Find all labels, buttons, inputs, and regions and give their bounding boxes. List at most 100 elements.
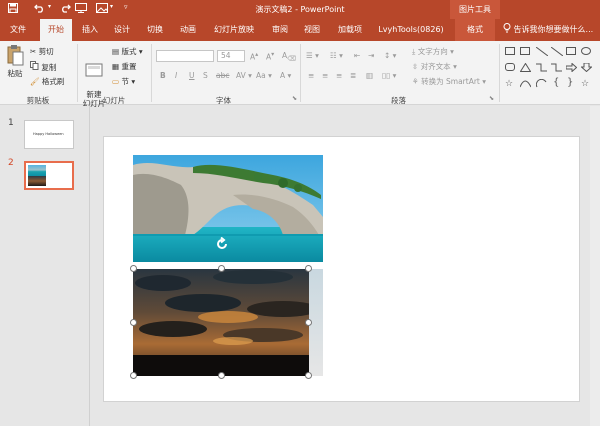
format-painter-label: 格式刷 xyxy=(41,77,65,86)
change-case-button[interactable]: Aa ▾ xyxy=(256,71,272,80)
grow-font-button[interactable]: A▴ xyxy=(250,51,258,62)
smartart-icon: ⚘ xyxy=(412,77,419,86)
oval-shape-icon[interactable] xyxy=(581,47,591,55)
layout-label: 版式 xyxy=(121,47,137,56)
bullets-button[interactable]: ☰ ▾ xyxy=(306,51,319,60)
italic-button[interactable]: I xyxy=(175,71,177,80)
paste-label: 粘贴 xyxy=(7,69,23,78)
align-right-button[interactable]: ≡ xyxy=(336,71,342,80)
rounded-rect-shape-icon[interactable] xyxy=(505,63,515,71)
section-label: 节 xyxy=(121,77,129,86)
font-size-input[interactable]: 54 xyxy=(217,50,245,62)
tab-addins[interactable]: 加载项 xyxy=(332,19,368,41)
convert-smartart-button[interactable]: ⚘ 转换为 SmartArt ▾ xyxy=(412,76,486,87)
elbow-connector-icon[interactable] xyxy=(551,63,562,74)
font-name-input[interactable] xyxy=(156,50,214,62)
underline-button[interactable]: U xyxy=(189,71,195,80)
tab-home[interactable]: 开始 xyxy=(40,19,72,42)
arrow-down-shape-icon[interactable] xyxy=(580,62,593,74)
rotate-handle-icon[interactable] xyxy=(215,236,229,253)
shrink-font-button[interactable]: A▾ xyxy=(266,51,274,62)
text-direction-button[interactable]: ⤓ 文字方向 ▾ xyxy=(412,46,454,57)
sunset-image[interactable] xyxy=(133,269,323,376)
vertical-scrollbar[interactable] xyxy=(590,106,600,426)
columns-button[interactable]: ▯▯ ▾ xyxy=(382,71,396,80)
text-direction-label: 文字方向 xyxy=(417,47,448,56)
vertical-textbox-shape-icon[interactable] xyxy=(520,47,530,55)
copy-button[interactable]: 复制 xyxy=(30,61,56,73)
tab-file[interactable]: 文件 xyxy=(4,19,32,41)
arc-shape-icon[interactable] xyxy=(535,78,547,90)
textbox-shape-icon[interactable] xyxy=(505,47,515,55)
elbow-connector-icon[interactable] xyxy=(536,63,547,74)
strikethrough-button[interactable]: abc xyxy=(216,71,229,80)
triangle-shape-icon[interactable] xyxy=(519,62,532,74)
tell-me-box[interactable]: 告诉我你想要做什么... xyxy=(503,19,593,41)
reset-button[interactable]: ▦ 重置 xyxy=(112,61,136,72)
tab-review[interactable]: 审阅 xyxy=(266,19,294,41)
copy-icon xyxy=(30,61,41,72)
increase-indent-button[interactable]: ⇥ xyxy=(368,51,374,60)
resize-handle-ne[interactable] xyxy=(305,265,312,272)
bold-button[interactable]: B xyxy=(160,71,166,80)
convert-smartart-label: 转换为 SmartArt xyxy=(421,77,480,86)
star-shape-icon[interactable]: ☆ xyxy=(581,79,589,89)
reset-icon: ▦ xyxy=(112,62,120,71)
font-dialog-launcher-icon[interactable]: ⬊ xyxy=(292,95,297,102)
group-divider xyxy=(151,44,152,102)
tab-design[interactable]: 设计 xyxy=(108,19,136,41)
numbering-button[interactable]: ☷ ▾ xyxy=(330,51,343,60)
resize-handle-sw[interactable] xyxy=(130,372,137,379)
thumbnail-number: 2 xyxy=(8,158,14,168)
rectangle-shape-icon[interactable] xyxy=(566,47,576,55)
brace-left-icon[interactable]: { xyxy=(553,77,559,88)
align-center-button[interactable]: ≡ xyxy=(322,71,328,80)
resize-handle-se[interactable] xyxy=(305,372,312,379)
tab-format[interactable]: 格式 xyxy=(455,19,495,41)
slide-canvas[interactable] xyxy=(103,136,580,402)
section-button[interactable]: ▭ 节 ▾ xyxy=(112,76,135,87)
format-painter-button[interactable]: 🖌 格式刷 xyxy=(30,76,64,87)
clear-format-button[interactable]: A⌫ xyxy=(282,51,296,63)
paste-button[interactable]: 粘贴 xyxy=(4,44,26,79)
align-text-icon: ⇳ xyxy=(412,62,419,71)
brace-right-icon[interactable]: } xyxy=(567,77,573,88)
group-divider xyxy=(499,44,500,102)
distributed-button[interactable]: ▥ xyxy=(366,71,373,80)
resize-handle-nw[interactable] xyxy=(130,265,137,272)
decrease-indent-button[interactable]: ⇤ xyxy=(354,51,360,60)
brush-icon: 🖌 xyxy=(30,77,40,86)
thumbnail-sunset-image xyxy=(28,176,46,186)
justify-button[interactable]: ≣ xyxy=(350,71,356,80)
thumbnail-sea-image xyxy=(28,165,46,176)
resize-handle-n[interactable] xyxy=(218,265,225,272)
slide-thumbnail-1[interactable]: Happy Halloween xyxy=(24,120,74,149)
slide-thumbnail-2[interactable] xyxy=(24,161,74,190)
tab-lvyhtools[interactable]: LvyhTools(0826) xyxy=(372,19,450,41)
cut-button[interactable]: ✂ 剪切 xyxy=(30,46,54,57)
tab-transitions[interactable]: 切换 xyxy=(141,19,169,41)
resize-handle-s[interactable] xyxy=(218,372,225,379)
tab-insert[interactable]: 插入 xyxy=(76,19,104,41)
line-shape-icon[interactable] xyxy=(550,46,564,58)
resize-handle-e[interactable] xyxy=(305,319,312,326)
layout-button[interactable]: ▤ 版式 ▾ xyxy=(112,46,143,57)
star-shape-icon[interactable]: ☆ xyxy=(505,79,513,89)
font-color-button[interactable]: A ▾ xyxy=(280,71,291,80)
char-spacing-button[interactable]: AV ▾ xyxy=(236,71,252,80)
align-left-button[interactable]: ≡ xyxy=(308,71,314,80)
ribbon-tabs: 文件 开始 插入 设计 切换 动画 幻灯片放映 审阅 视图 加载项 LvyhTo… xyxy=(0,19,600,42)
cut-label: 剪切 xyxy=(38,47,54,56)
tab-animations[interactable]: 动画 xyxy=(174,19,202,41)
curve-shape-icon[interactable] xyxy=(519,79,532,90)
line-spacing-button[interactable]: ↕ ▾ xyxy=(384,51,396,60)
align-text-button[interactable]: ⇳ 对齐文本 ▾ xyxy=(412,61,457,72)
shadow-button[interactable]: S xyxy=(203,71,208,80)
tab-view[interactable]: 视图 xyxy=(298,19,326,41)
layout-icon: ▤ xyxy=(112,47,120,56)
line-shape-icon[interactable] xyxy=(535,46,549,58)
tab-slideshow[interactable]: 幻灯片放映 xyxy=(206,19,262,41)
paragraph-dialog-launcher-icon[interactable]: ⬊ xyxy=(489,95,494,102)
resize-handle-w[interactable] xyxy=(130,319,137,326)
arrow-right-shape-icon[interactable] xyxy=(565,62,578,74)
